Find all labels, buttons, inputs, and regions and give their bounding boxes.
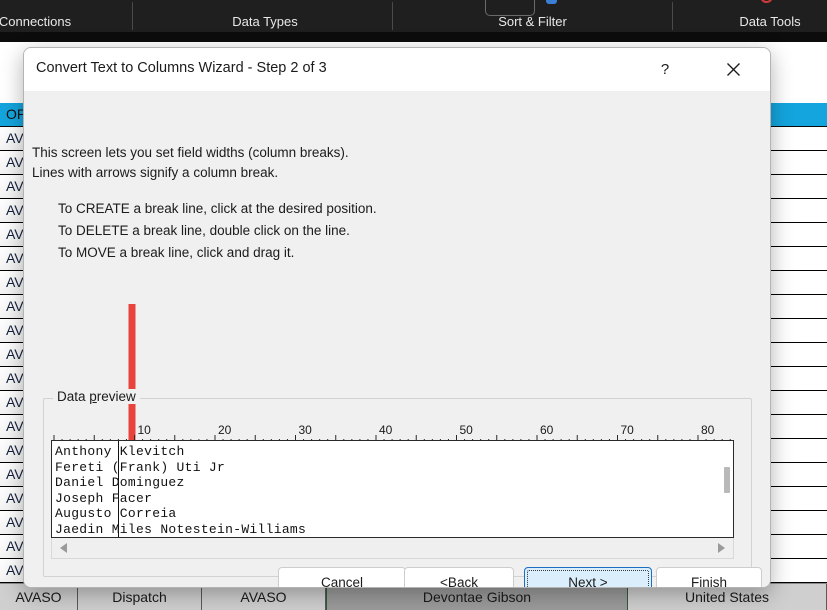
scroll-right-arrow-icon[interactable] <box>711 538 731 558</box>
ribbon-separator <box>392 2 393 30</box>
instruction-line: To MOVE a break line, click and drag it. <box>58 245 295 260</box>
dialog-title: Convert Text to Columns Wizard - Step 2 … <box>36 60 327 76</box>
dialog-titlebar: Convert Text to Columns Wizard - Step 2 … <box>24 48 770 91</box>
instruction-line: To CREATE a break line, click at the des… <box>58 201 377 216</box>
svg-text:60: 60 <box>540 423 554 437</box>
ribbon-separator <box>132 2 133 30</box>
preview-text-lines: Anthony Klevitch Fereti (Frank) Uti Jr D… <box>55 444 307 537</box>
close-button[interactable] <box>710 48 756 91</box>
ribbon-group-connections: Connections <box>0 14 72 29</box>
back-button[interactable]: < Back <box>404 567 514 588</box>
ribbon-group-data-types: Data Types <box>232 14 298 29</box>
ribbon-group-data-tools: Data Tools <box>739 14 801 29</box>
dialog-body: This screen lets you set field widths (c… <box>24 91 770 587</box>
svg-text:30: 30 <box>299 423 313 437</box>
description-line: Lines with arrows signify a column break… <box>32 165 279 180</box>
cancel-button[interactable]: Cancel <box>278 567 406 587</box>
svg-text:70: 70 <box>621 423 635 437</box>
next-button[interactable]: Next > <box>524 567 652 588</box>
next-button-label: ext > <box>578 574 608 588</box>
finish-button-label: inish <box>699 574 727 588</box>
instruction-line: To DELETE a break line, double click on … <box>58 223 350 238</box>
sort-filter-icon[interactable] <box>485 0 535 16</box>
svg-text:10: 10 <box>138 423 152 437</box>
back-button-key: B <box>447 574 457 588</box>
scroll-left-arrow-icon[interactable] <box>54 538 74 558</box>
svg-text:20: 20 <box>218 423 232 437</box>
preview-vertical-scrollbar[interactable] <box>724 467 730 493</box>
svg-text:50: 50 <box>460 423 474 437</box>
column-break-line[interactable] <box>118 441 120 537</box>
svg-text:80: 80 <box>701 423 715 437</box>
finish-button[interactable]: Finish <box>656 567 762 588</box>
ribbon-bottom-strip <box>0 32 827 42</box>
data-preview-pane[interactable]: Anthony Klevitch Fereti (Frank) Uti Jr D… <box>51 440 734 538</box>
convert-text-to-columns-dialog: Convert Text to Columns Wizard - Step 2 … <box>23 47 771 588</box>
ribbon-group-list: Connections Data Types Sort & Filter Data T… <box>0 0 827 32</box>
description-line: This screen lets you set field widths (c… <box>32 145 349 160</box>
help-button[interactable]: ? <box>642 48 688 91</box>
ribbon-separator <box>672 2 673 30</box>
close-icon <box>726 63 740 76</box>
ribbon: Connections Data Types Sort & Filter Data T… <box>0 0 827 32</box>
svg-text:40: 40 <box>379 423 393 437</box>
back-button-label: ack <box>456 574 478 588</box>
finish-button-key: F <box>690 574 700 588</box>
next-button-key: N <box>568 574 579 588</box>
data-preview-label: Data preview <box>53 389 140 404</box>
filter-small-icon[interactable] <box>546 0 557 4</box>
back-button-prefix: < <box>440 574 448 588</box>
preview-horizontal-scrollbar[interactable] <box>51 538 734 559</box>
